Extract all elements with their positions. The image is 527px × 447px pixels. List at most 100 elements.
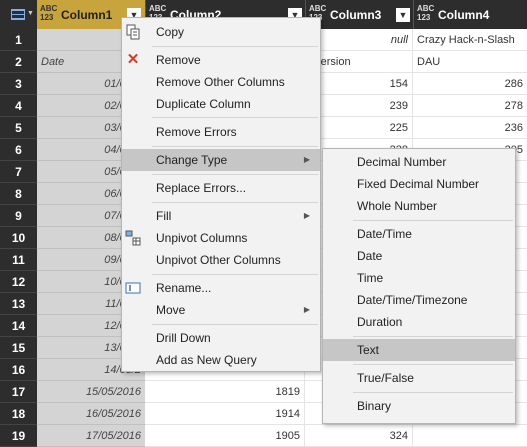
menu-item-move[interactable]: Move ▶ [122, 299, 320, 321]
menu-item-label: Copy [156, 25, 185, 39]
table-cell-column4[interactable]: 278 [413, 95, 527, 117]
menu-item-duplicate-column[interactable]: Duplicate Column [122, 93, 320, 115]
table-cell-column1[interactable]: 16/05/2016 [37, 403, 145, 425]
type-option-decimal-number[interactable]: Decimal Number [323, 151, 515, 173]
table-cell-column3[interactable]: null [305, 29, 413, 51]
type-option-whole-number[interactable]: Whole Number [323, 195, 515, 217]
table-cell-column1[interactable]: 17/05/2016 [37, 425, 145, 447]
menu-item-label: Unpivot Columns [156, 231, 248, 245]
row-number[interactable]: 4 [0, 95, 37, 117]
menu-item-copy[interactable]: Copy [122, 21, 320, 43]
table-cell-column1[interactable]: 15/05/2016 [37, 381, 145, 403]
row-number[interactable]: 18 [0, 403, 37, 425]
menu-item-label: Drill Down [156, 331, 211, 345]
row-number[interactable]: 9 [0, 205, 37, 227]
column-header-label: Column4 [438, 8, 490, 22]
row-number[interactable]: 8 [0, 183, 37, 205]
menu-item-label: Remove Other Columns [156, 75, 285, 89]
menu-divider [152, 202, 318, 203]
menu-item-replace-errors[interactable]: Replace Errors... [122, 177, 320, 199]
row-number[interactable]: 16 [0, 359, 37, 381]
table-row[interactable]: 19 17/05/2016 1905 324 [0, 425, 527, 447]
type-option-datetime[interactable]: Date/Time [323, 223, 515, 245]
row-number[interactable]: 17 [0, 381, 37, 403]
row-number[interactable]: 1 [0, 29, 37, 51]
menu-divider [152, 274, 318, 275]
column-header-label: Column3 [330, 8, 382, 22]
copy-icon [125, 24, 141, 40]
change-type-submenu: Decimal Number Fixed Decimal Number Whol… [322, 148, 516, 424]
menu-item-drill-down[interactable]: Drill Down [122, 327, 320, 349]
table-cell-column2[interactable]: 1819 [145, 381, 305, 403]
type-option-datetimezone[interactable]: Date/Time/Timezone [323, 289, 515, 311]
menu-divider [152, 146, 318, 147]
row-number[interactable]: 2 [0, 51, 37, 73]
type-option-fixed-decimal-number[interactable]: Fixed Decimal Number [323, 173, 515, 195]
type-indicator-icon: ABC123 [417, 4, 435, 22]
menu-item-label: Remove [156, 53, 201, 67]
table-cell-column3[interactable]: 239 [305, 95, 413, 117]
type-option-binary[interactable]: Binary [323, 395, 515, 417]
submenu-arrow-icon: ▶ [303, 155, 310, 164]
menu-divider [152, 324, 318, 325]
row-number[interactable]: 12 [0, 271, 37, 293]
table-cell-column3[interactable]: 154 [305, 73, 413, 95]
submenu-arrow-icon: ▶ [303, 211, 310, 220]
table-cell-column3[interactable]: 324 [305, 425, 413, 447]
menu-item-label: Decimal Number [357, 155, 447, 169]
menu-item-label: Fixed Decimal Number [357, 177, 480, 191]
menu-divider [353, 392, 513, 393]
menu-item-remove-errors[interactable]: Remove Errors [122, 121, 320, 143]
menu-item-add-as-new-query[interactable]: Add as New Query [122, 349, 320, 371]
row-number[interactable]: 10 [0, 227, 37, 249]
menu-item-label: Fill [156, 209, 172, 223]
row-number[interactable]: 7 [0, 161, 37, 183]
row-number[interactable]: 15 [0, 337, 37, 359]
menu-item-label: Rename... [156, 281, 212, 295]
column-header-3[interactable]: ABC123 Column3 ▼ [305, 0, 413, 29]
column-header-4[interactable]: ABC 123 Column4 [413, 0, 527, 29]
menu-item-fill[interactable]: Fill ▶ [122, 205, 320, 227]
column-filter-dropdown-icon[interactable]: ▼ [396, 8, 410, 22]
menu-item-label: Remove Errors [156, 125, 237, 139]
type-option-time[interactable]: Time [323, 267, 515, 289]
column-header-label: Column1 [61, 8, 113, 22]
table-cell-column4[interactable]: Crazy Hack-n-Slash [413, 29, 527, 51]
menu-item-label: Duration [357, 315, 403, 329]
menu-divider [353, 220, 513, 221]
type-option-date[interactable]: Date [323, 245, 515, 267]
type-option-text[interactable]: Text [323, 339, 515, 361]
type-option-duration[interactable]: Duration [323, 311, 515, 333]
menu-item-change-type[interactable]: Change Type ▶ [122, 149, 320, 171]
table-cell-column4[interactable]: DAU [413, 51, 527, 73]
type-option-true-false[interactable]: True/False [323, 367, 515, 389]
table-cell-column3[interactable]: nversion [305, 51, 413, 73]
menu-item-unpivot-other-columns[interactable]: Unpivot Other Columns [122, 249, 320, 271]
table-menu-button[interactable]: ▼ [0, 0, 37, 29]
table-cell-column4[interactable]: 286 [413, 73, 527, 95]
table-cell-column4[interactable] [413, 425, 527, 447]
menu-item-label: Duplicate Column [156, 97, 251, 111]
column-context-menu: Copy ✕ Remove Remove Other Columns Dupli… [121, 17, 321, 372]
table-cell-column2[interactable]: 1914 [145, 403, 305, 425]
menu-item-remove[interactable]: ✕ Remove [122, 49, 320, 71]
menu-item-label: Time [357, 271, 384, 285]
row-number[interactable]: 19 [0, 425, 37, 447]
row-number[interactable]: 11 [0, 249, 37, 271]
menu-item-label: Whole Number [357, 199, 438, 213]
menu-item-label: Text [357, 343, 380, 357]
menu-divider [152, 117, 318, 118]
table-cell-column2[interactable]: 1905 [145, 425, 305, 447]
row-number[interactable]: 6 [0, 139, 37, 161]
table-cell-column4[interactable]: 236 [413, 117, 527, 139]
row-number[interactable]: 5 [0, 117, 37, 139]
menu-item-unpivot-columns[interactable]: Unpivot Columns [122, 227, 320, 249]
row-number[interactable]: 14 [0, 315, 37, 337]
menu-divider [353, 336, 513, 337]
row-number[interactable]: 3 [0, 73, 37, 95]
table-cell-column3[interactable]: 225 [305, 117, 413, 139]
menu-divider [152, 174, 318, 175]
menu-item-rename[interactable]: Rename... [122, 277, 320, 299]
row-number[interactable]: 13 [0, 293, 37, 315]
menu-item-remove-other-columns[interactable]: Remove Other Columns [122, 71, 320, 93]
